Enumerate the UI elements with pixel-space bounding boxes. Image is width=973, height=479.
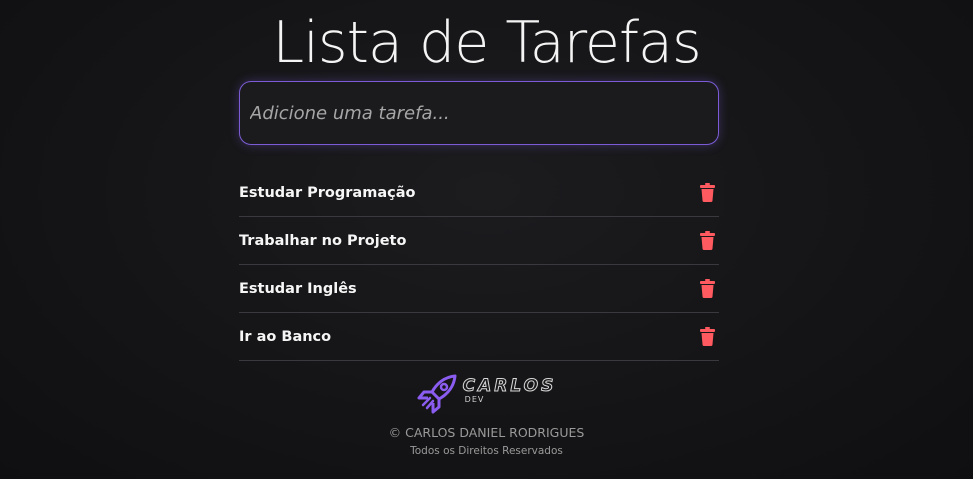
- task-item: Ir ao Banco: [239, 313, 719, 361]
- trash-icon: [699, 183, 715, 202]
- copyright-text: © CARLOS DANIEL RODRIGUES: [388, 425, 585, 440]
- logo-subtitle: DEV: [464, 395, 485, 404]
- delete-task-button[interactable]: [697, 181, 717, 205]
- task-input[interactable]: [239, 81, 719, 145]
- task-item: Estudar Programação: [239, 169, 719, 217]
- task-item: Trabalhar no Projeto: [239, 217, 719, 265]
- task-label: Trabalhar no Projeto: [239, 232, 407, 249]
- footer: CARLOS DEV © CARLOS DANIEL RODRIGUES Tod…: [0, 374, 973, 458]
- task-label: Estudar Programação: [239, 184, 416, 201]
- brand-logo: CARLOS DEV: [417, 374, 557, 416]
- trash-icon: [699, 279, 715, 298]
- rocket-icon: [417, 374, 457, 414]
- logo-name: CARLOS: [462, 376, 557, 396]
- task-item: Estudar Inglês: [239, 265, 719, 313]
- task-list: Estudar Programação Trabalhar no Projeto…: [239, 169, 719, 361]
- task-label: Estudar Inglês: [239, 280, 357, 297]
- delete-task-button[interactable]: [697, 229, 717, 253]
- trash-icon: [699, 231, 715, 250]
- delete-task-button[interactable]: [697, 277, 717, 301]
- trash-icon: [699, 327, 715, 346]
- rights-text: Todos os Direitos Reservados: [410, 445, 563, 457]
- delete-task-button[interactable]: [697, 325, 717, 349]
- task-label: Ir ao Banco: [239, 328, 332, 345]
- page-title: Lista de Tarefas: [272, 10, 701, 76]
